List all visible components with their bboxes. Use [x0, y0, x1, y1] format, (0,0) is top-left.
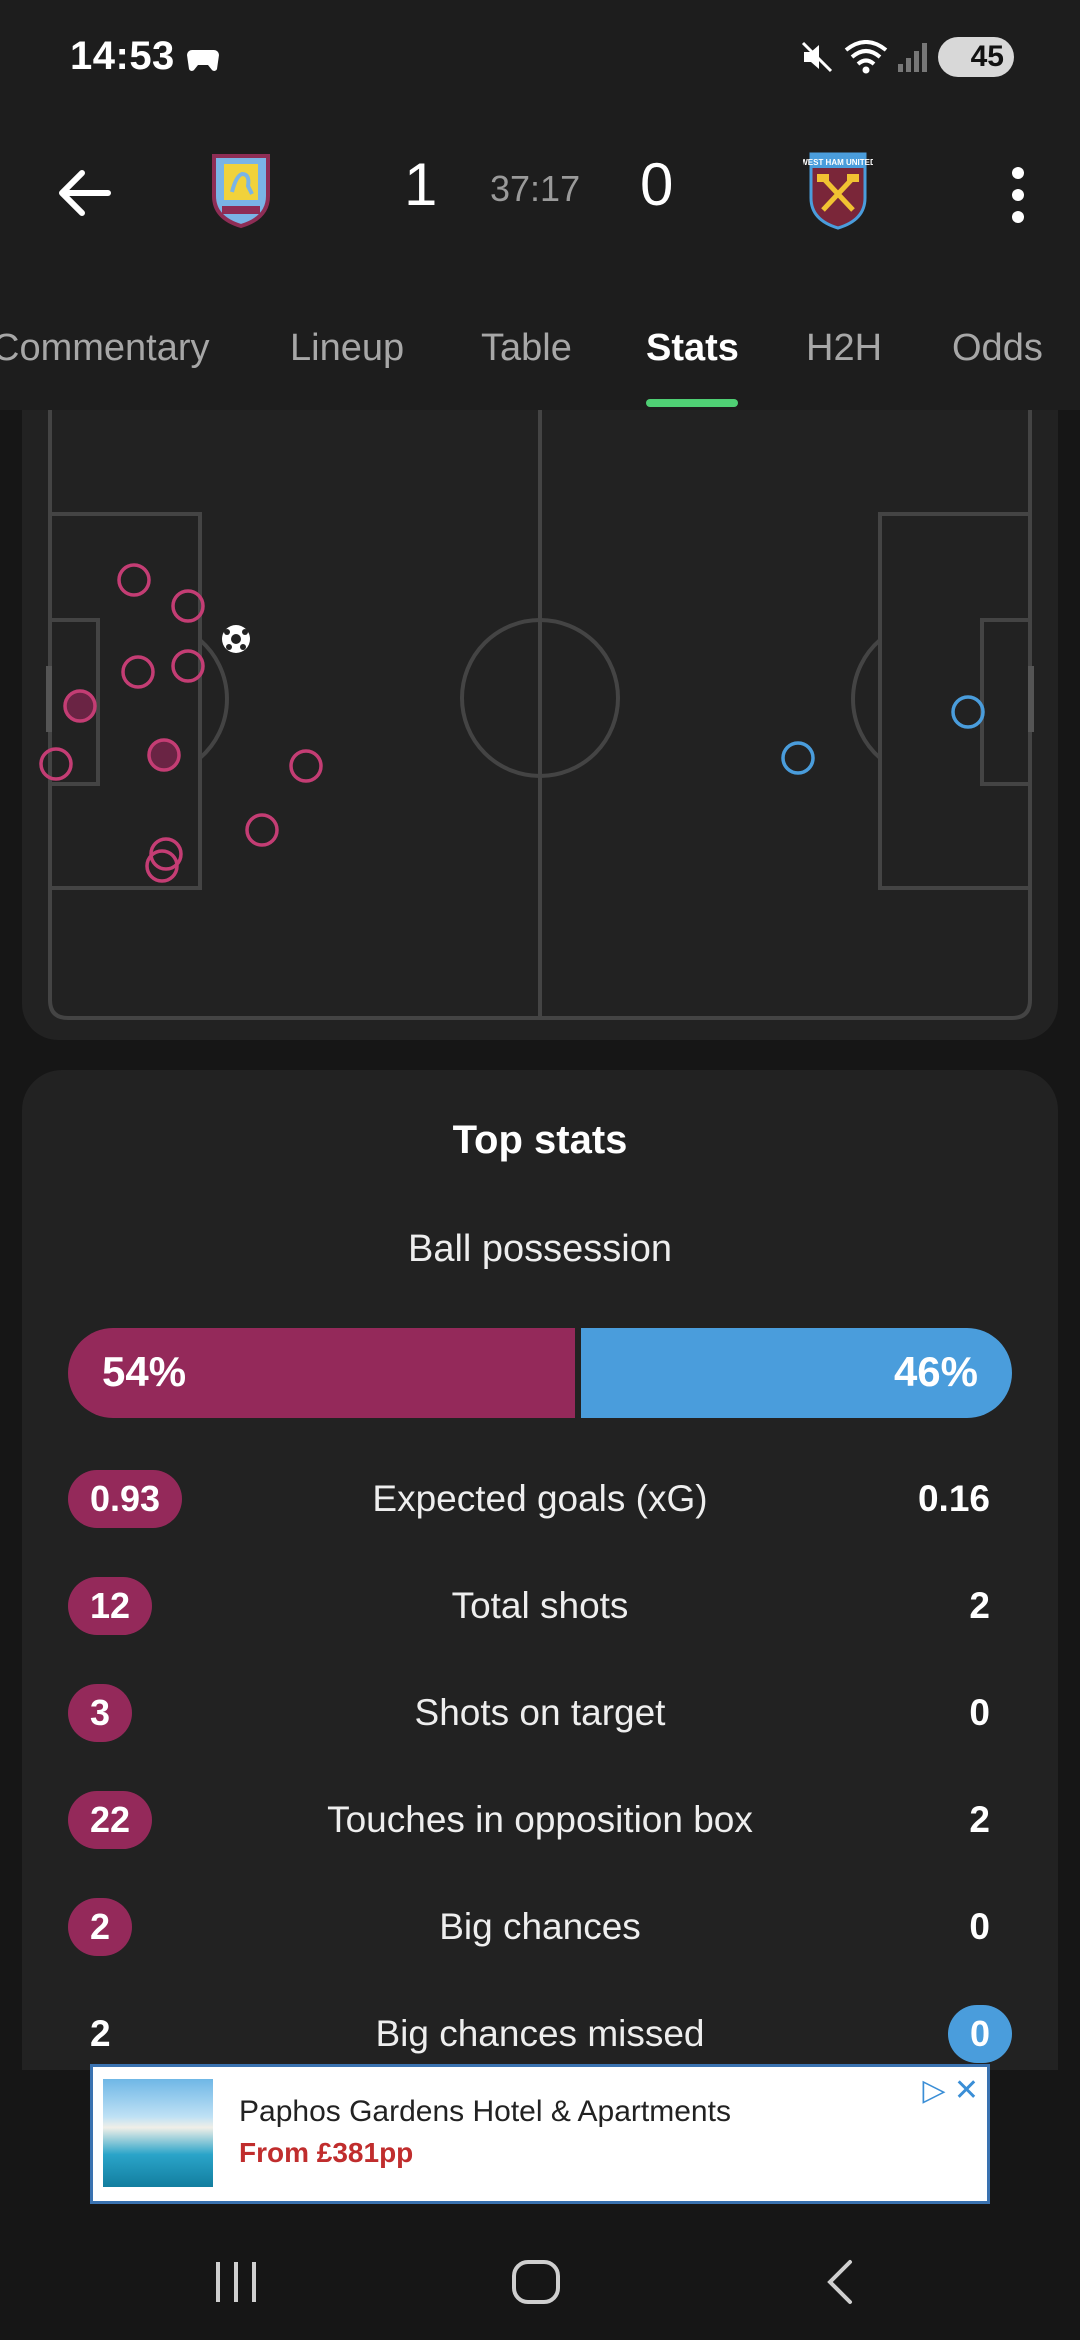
stat-home-value: 3	[68, 1684, 133, 1742]
away-shot-marker	[951, 695, 985, 729]
stat-home-value: 2	[68, 1898, 133, 1956]
stat-away-value: 2	[969, 1799, 990, 1840]
top-stats-card: Top stats Ball possession 54% 46% Expect…	[22, 1070, 1058, 2070]
stat-row: Expected goals (xG) 0.93 0.16	[68, 1470, 1012, 1530]
stat-away-value: 0.16	[917, 1478, 990, 1519]
status-time: 14:53	[70, 34, 175, 78]
home-shot-marker	[117, 563, 151, 597]
tab-stats[interactable]: Stats	[646, 327, 739, 370]
mute-icon	[801, 41, 833, 73]
home-shot-marker	[63, 689, 97, 723]
home-shot-marker	[147, 738, 181, 772]
home-shot-marker	[245, 813, 279, 847]
system-nav-bar	[0, 2210, 1080, 2340]
stat-label: Expected goals (xG)	[372, 1478, 708, 1519]
match-header: 1 37:17 0 WEST HAM UNITED Commentary Lin…	[0, 110, 1080, 410]
signal-icon	[898, 43, 927, 72]
match-clock: 37:17	[490, 168, 581, 209]
ad-title[interactable]: Paphos Gardens Hotel & Apartments	[239, 2095, 731, 2129]
stat-away-value: 0	[947, 2005, 1012, 2063]
status-bar: 14:53 45	[0, 0, 1080, 110]
stat-label: Total shots	[451, 1585, 629, 1626]
home-shot-marker	[289, 749, 323, 783]
battery-icon: 45	[938, 37, 1014, 77]
tab-h2h[interactable]: H2H	[806, 327, 882, 370]
aston-villa-crest-icon[interactable]	[206, 150, 276, 230]
stat-row: Big chances missed 2 0	[68, 2005, 1012, 2065]
stat-home-value: 2	[90, 2013, 111, 2054]
ad-banner[interactable]: Paphos Gardens Hotel & Apartments From £…	[90, 2064, 990, 2204]
away-shot-marker	[781, 741, 815, 775]
stat-label: Shots on target	[414, 1692, 666, 1733]
stat-label: Big chances missed	[375, 2013, 705, 2054]
ad-image[interactable]	[103, 2079, 213, 2187]
back-nav-icon[interactable]	[820, 2258, 860, 2306]
stat-row: Touches in opposition box 22 2	[68, 1791, 1012, 1851]
football-icon	[222, 625, 250, 653]
stat-away-value: 0	[969, 1906, 990, 1947]
tab-lineup[interactable]: Lineup	[290, 327, 404, 370]
tab-table[interactable]: Table	[481, 327, 572, 370]
possession-home-value: 54%	[102, 1348, 187, 1395]
stat-row: Total shots 12 2	[68, 1577, 1012, 1637]
more-options-icon[interactable]	[1000, 155, 1036, 235]
away-score: 0	[640, 151, 674, 218]
stat-home-value: 12	[68, 1577, 153, 1635]
stat-label: Touches in opposition box	[327, 1799, 753, 1840]
ad-choices-icon[interactable]: ▷ ✕	[922, 2073, 979, 2108]
home-shot-marker	[121, 655, 155, 689]
top-stats-title: Top stats	[452, 1118, 628, 1162]
game-controller-icon	[187, 50, 219, 71]
shot-map-card	[22, 410, 1058, 1040]
tab-bar: Commentary Lineup Table Stats H2H Odds	[0, 315, 1080, 410]
stat-label: Big chances	[439, 1906, 641, 1947]
west-ham-crest-icon[interactable]: WEST HAM UNITED	[803, 150, 873, 230]
possession-away-value: 46%	[893, 1348, 978, 1395]
shot-map-pitch	[39, 410, 1034, 1020]
possession-bar: 54% 46%	[68, 1328, 1012, 1418]
home-shot-marker	[39, 747, 73, 781]
wifi-icon	[844, 40, 888, 74]
stat-row: Shots on target 3 0	[68, 1684, 1012, 1744]
crest-text: WEST HAM UNITED	[803, 158, 873, 167]
home-icon[interactable]	[510, 2258, 562, 2306]
tab-commentary[interactable]: Commentary	[0, 327, 210, 370]
stat-home-value: 22	[68, 1791, 153, 1849]
stat-away-value: 0	[969, 1692, 990, 1733]
back-arrow-icon[interactable]	[50, 158, 120, 228]
possession-label: Ball possession	[407, 1228, 673, 1270]
active-tab-indicator	[646, 399, 738, 407]
ad-price[interactable]: From £381pp	[239, 2137, 413, 2169]
home-score: 1	[404, 151, 438, 218]
battery-level: 45	[970, 40, 1004, 73]
tab-odds[interactable]: Odds	[952, 327, 1043, 370]
stat-home-value: 0.93	[68, 1470, 183, 1528]
stat-away-value: 2	[969, 1585, 990, 1626]
stat-row: Big chances 2 0	[68, 1898, 1012, 1958]
recent-apps-icon[interactable]	[212, 2260, 260, 2304]
